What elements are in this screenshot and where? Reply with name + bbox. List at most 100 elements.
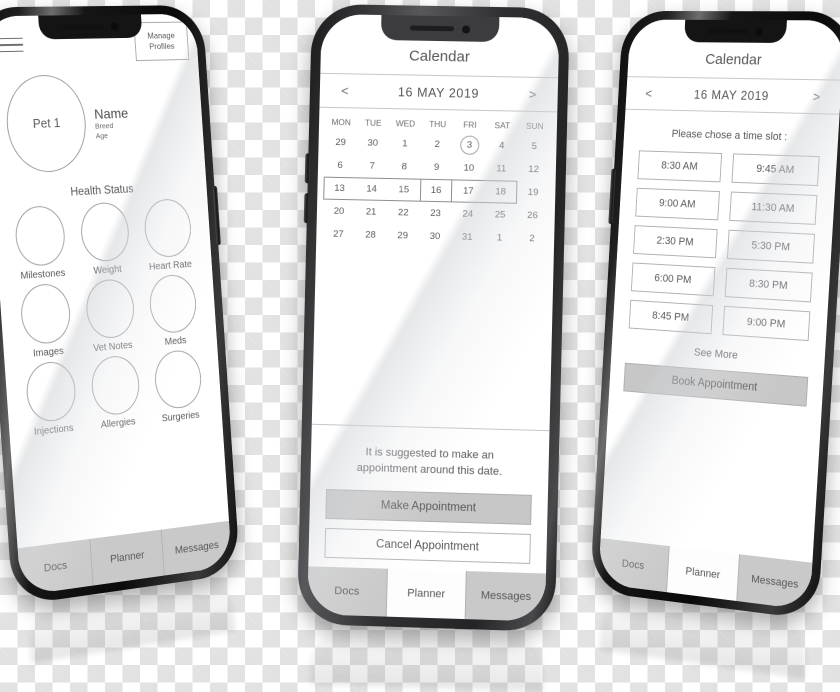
phone-screen-timeslots: Calendar < 16 MAY 2019 > Please chose a … [597,19,840,611]
calendar-day[interactable]: 13 [323,177,356,201]
calendar-day[interactable]: 20 [323,200,356,224]
pet-meta: Name Breed Age [93,101,130,141]
timeslot-option[interactable]: 9:00 AM [635,187,720,221]
health-tile-weight[interactable]: Weight [71,201,140,278]
health-tile-allergies[interactable]: Allergies [82,353,150,432]
calendar-day[interactable]: 27 [322,223,355,247]
earpiece-speaker-icon [410,25,455,32]
calendar-day[interactable]: 11 [485,157,518,181]
timeslot-option[interactable]: 11:30 AM [729,191,818,225]
front-camera-icon [755,27,764,36]
next-month-button[interactable]: > [808,89,826,104]
calendar-day[interactable]: 18 [484,180,517,204]
dow-mon: MON [331,116,351,128]
calendar-day[interactable]: 19 [517,181,550,205]
tab-planner[interactable]: Planner [90,529,165,586]
health-tile-meds[interactable]: Meds [140,273,207,350]
calendar-day[interactable]: 15 [387,178,420,202]
health-tile-heart-rate[interactable]: Heart Rate [135,198,202,274]
make-appointment-button[interactable]: Make Appointment [325,489,532,525]
tab-messages[interactable]: Messages [465,571,547,622]
timeslot-option[interactable]: 2:30 PM [633,225,718,259]
calendar-day[interactable]: 12 [517,158,550,182]
manage-profiles-line1: Manage [147,30,176,41]
month-label: 16 MAY 2019 [693,87,770,103]
calendar-day[interactable]: 23 [419,202,452,226]
tab-docs[interactable]: Docs [597,538,670,593]
tile-circle-icon [148,273,198,335]
tab-planner[interactable]: Planner [666,546,741,602]
tile-circle-icon [84,277,136,340]
tab-planner[interactable]: Planner [386,568,468,620]
tab-bar: Docs Planner Messages [307,566,547,622]
manage-profiles-line2: Profiles [148,40,175,52]
phone-mockup-profile: Manage Profiles Pet 1 Name Breed Age Hea… [0,5,241,663]
volume-up-button[interactable] [304,153,311,184]
timeslot-option[interactable]: 8:30 AM [637,150,723,183]
calendar-day[interactable]: 10 [453,156,486,180]
calendar-day[interactable]: 29 [386,224,419,248]
tile-circle-icon [142,198,193,259]
phone-screen-profile: Manage Profiles Pet 1 Name Breed Age Hea… [0,13,233,596]
health-tile-vet-notes[interactable]: Vet Notes [76,277,145,355]
calendar-day[interactable]: 31 [451,225,484,249]
earpiece-speaker-icon [63,24,104,30]
calendar-day[interactable]: 17 [452,179,485,203]
calendar-day[interactable]: 16 [420,179,453,203]
calendar-day[interactable]: 7 [356,154,389,178]
health-tile-milestones[interactable]: Milestones [5,204,76,282]
tile-circle-icon [153,348,203,411]
health-tile-surgeries[interactable]: Surgeries [145,348,212,426]
calendar-day[interactable]: 2 [421,133,454,157]
calendar-day[interactable]: 1 [389,132,422,156]
tab-docs[interactable]: Docs [307,566,388,617]
next-month-button[interactable]: > [523,87,541,102]
calendar-day[interactable]: 30 [356,131,389,155]
volume-down-button[interactable] [303,193,310,224]
calendar-grid: 29 30 1 2 3 4 5 6 7 8 9 10 11 12 13 14 15 16 17 18 19 20 21 22 2… [316,131,557,251]
calendar-day[interactable]: 8 [388,155,421,179]
hamburger-icon[interactable] [0,37,24,58]
calendar-day[interactable]: 6 [324,154,357,178]
phone-mockup-timeslots: Calendar < 16 MAY 2019 > Please chose a … [589,10,840,679]
dow-thu: THU [429,118,447,130]
tile-circle-icon [24,359,78,424]
calendar-day[interactable]: 28 [354,223,387,247]
tile-label: Images [32,345,65,360]
pet-avatar[interactable]: Pet 1 [3,74,89,174]
timeslot-option[interactable]: 5:30 PM [726,229,816,264]
timeslot-option[interactable]: 6:00 PM [630,262,716,297]
tab-messages[interactable]: Messages [737,554,813,611]
timeslot-grid: 8:30 AM 9:45 AM 9:00 AM 11:30 AM 2:30 PM 5:30… [613,150,837,342]
calendar-day[interactable]: 26 [516,204,549,228]
prev-month-button[interactable]: < [640,86,657,101]
calendar-day[interactable]: 25 [484,203,517,227]
tile-label: Allergies [100,416,136,431]
timeslot-option[interactable]: 8:30 PM [724,267,813,303]
calendar-day[interactable]: 5 [518,135,551,159]
timeslot-option[interactable]: 9:45 AM [731,153,820,187]
month-navigator: < 16 MAY 2019 > [319,74,558,112]
calendar-day[interactable]: 14 [355,177,388,201]
calendar-day[interactable]: 3 [453,133,486,157]
calendar-day[interactable]: 1 [483,226,516,250]
pet-age: Age [95,131,109,141]
calendar-day[interactable]: 21 [355,200,388,224]
prev-month-button[interactable]: < [336,83,354,98]
tile-label: Weight [93,264,123,277]
tab-messages[interactable]: Messages [161,520,233,576]
health-tile-images[interactable]: Images [11,282,82,361]
month-navigator: < 16 MAY 2019 > [626,77,840,114]
health-tile-injections[interactable]: Injections [16,359,86,439]
notch [380,15,500,43]
tile-circle-icon [89,354,142,417]
calendar-day[interactable]: 2 [515,227,548,251]
calendar-day[interactable]: 22 [387,201,420,225]
calendar-day[interactable]: 4 [485,134,518,158]
calendar-day[interactable]: 24 [451,202,484,226]
cancel-appointment-button[interactable]: Cancel Appointment [324,527,531,565]
calendar-day[interactable]: 29 [324,131,357,155]
calendar-day[interactable]: 9 [420,156,453,180]
calendar-day[interactable]: 30 [419,225,452,249]
manage-profiles-button[interactable]: Manage Profiles [133,21,190,62]
